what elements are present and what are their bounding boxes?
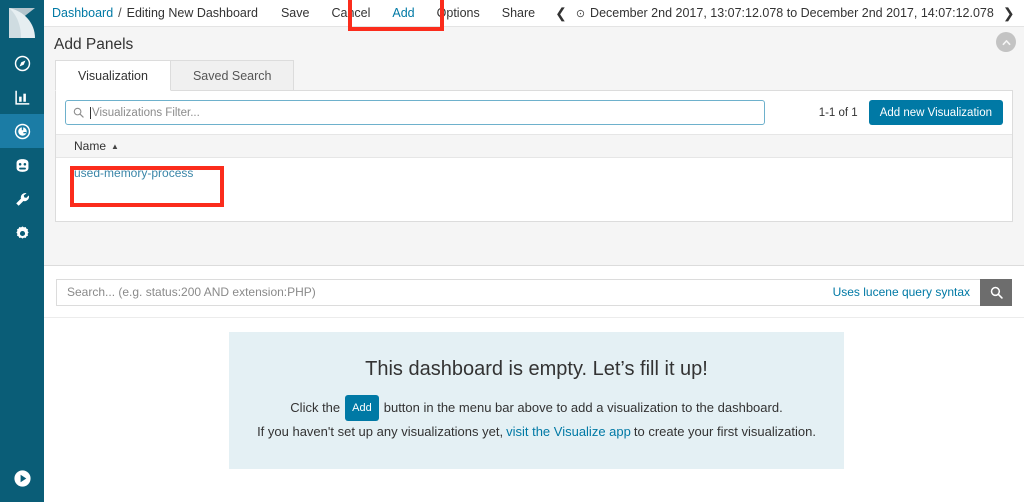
time-range-label[interactable]: December 2nd 2017, 13:07:12.078 to Decem… bbox=[590, 6, 994, 20]
add-pill-badge: Add bbox=[345, 395, 379, 421]
search-submit-button[interactable] bbox=[980, 278, 1012, 306]
sidebar-item-dashboard[interactable] bbox=[0, 114, 44, 148]
empty-line2-before: If you haven't set up any visualizations… bbox=[257, 424, 504, 439]
tab-saved-search-label: Saved Search bbox=[192, 68, 272, 83]
kibana-logo[interactable] bbox=[0, 0, 44, 46]
add-button[interactable]: Add bbox=[381, 0, 425, 27]
sidebar-item-discover[interactable] bbox=[0, 46, 44, 80]
sidebar-item-visualize[interactable] bbox=[0, 80, 44, 114]
empty-line2-after: to create your first visualization. bbox=[633, 424, 816, 439]
dashboard-icon bbox=[14, 123, 30, 139]
filter-row: Visualizations Filter... 1-1 of 1 Add ne… bbox=[65, 100, 1003, 125]
empty-dashboard-message: This dashboard is empty. Let’s fill it u… bbox=[229, 332, 844, 469]
visualize-app-link[interactable]: visit the Visualize app bbox=[506, 421, 631, 443]
text-cursor bbox=[90, 106, 91, 119]
add-panels-title: Add Panels bbox=[54, 36, 134, 53]
sidebar-item-timelion[interactable] bbox=[0, 148, 44, 182]
sidebar-item-management[interactable] bbox=[0, 216, 44, 250]
visualization-link-used-memory-process[interactable]: used-memory-process bbox=[74, 166, 193, 180]
add-new-visualization-label: Add new Visualization bbox=[879, 106, 992, 119]
chevron-up-circle-icon bbox=[1002, 39, 1010, 45]
search-input-placeholder: Search... (e.g. status:200 AND extension… bbox=[67, 285, 316, 299]
share-button[interactable]: Share bbox=[491, 0, 546, 27]
add-panels-tab-content: Visualizations Filter... 1-1 of 1 Add ne… bbox=[55, 90, 1013, 222]
breadcrumb-dashboard-link[interactable]: Dashboard bbox=[44, 6, 113, 20]
empty-dashboard-line-1: Click the Add button in the menu bar abo… bbox=[290, 395, 783, 421]
table-row[interactable]: used-memory-process bbox=[56, 159, 1012, 187]
kibana-dashboard-app: Dashboard / Editing New Dashboard Save C… bbox=[0, 0, 1024, 502]
options-button[interactable]: Options bbox=[426, 0, 491, 27]
empty-dashboard-line-2: If you haven't set up any visualizations… bbox=[257, 421, 816, 443]
bar-chart-icon bbox=[14, 90, 29, 105]
breadcrumb-separator: / bbox=[118, 6, 122, 20]
tab-visualization[interactable]: Visualization bbox=[55, 60, 171, 91]
query-bar: Search... (e.g. status:200 AND extension… bbox=[44, 267, 1024, 318]
add-panels-flyout: Add Panels Visualization Saved Search Vi… bbox=[44, 27, 1024, 266]
play-circle-icon bbox=[13, 469, 31, 487]
save-button[interactable]: Save bbox=[270, 0, 321, 27]
top-navigation-bar: Dashboard / Editing New Dashboard Save C… bbox=[44, 0, 1024, 27]
search-input[interactable]: Search... (e.g. status:200 AND extension… bbox=[56, 278, 980, 306]
search-icon bbox=[73, 107, 84, 118]
sort-ascending-icon: ▲ bbox=[111, 141, 119, 151]
tab-saved-search[interactable]: Saved Search bbox=[169, 60, 295, 91]
clock-icon: ⊙ bbox=[575, 7, 586, 20]
lucene-syntax-link[interactable]: Uses lucene query syntax bbox=[821, 285, 970, 299]
time-picker: ❮ ⊙ December 2nd 2017, 13:07:12.078 to D… bbox=[546, 5, 1024, 22]
sidebar-item-dev-tools[interactable] bbox=[0, 182, 44, 216]
gear-icon bbox=[15, 225, 29, 239]
empty-line1-after: button in the menu bar above to add a vi… bbox=[383, 400, 783, 415]
tab-visualization-label: Visualization bbox=[78, 68, 148, 83]
add-panels-tabs: Visualization Saved Search bbox=[55, 60, 295, 91]
time-previous-button[interactable]: ❮ bbox=[546, 5, 576, 22]
sidebar-collapse-button[interactable] bbox=[0, 460, 44, 502]
add-panels-collapse-button[interactable] bbox=[996, 32, 1016, 52]
timelion-icon bbox=[16, 158, 28, 172]
compass-icon bbox=[14, 55, 30, 71]
visualizations-filter-placeholder: Visualizations Filter... bbox=[92, 106, 200, 119]
pagination-count: 1-1 of 1 bbox=[818, 106, 858, 119]
empty-dashboard-heading: This dashboard is empty. Let’s fill it u… bbox=[365, 358, 708, 380]
global-nav-sidebar bbox=[0, 0, 44, 502]
visualizations-filter-input[interactable]: Visualizations Filter... bbox=[65, 100, 765, 125]
dashboard-canvas: This dashboard is empty. Let’s fill it u… bbox=[44, 318, 1024, 502]
breadcrumb-current-title: Editing New Dashboard bbox=[126, 6, 258, 20]
wrench-icon bbox=[15, 192, 29, 206]
time-next-button[interactable]: ❯ bbox=[994, 5, 1024, 22]
empty-line1-before: Click the bbox=[290, 400, 341, 415]
cancel-button[interactable]: Cancel bbox=[320, 0, 381, 27]
add-new-visualization-button[interactable]: Add new Visualization bbox=[868, 100, 1003, 125]
table-header-name-column[interactable]: Name ▲ bbox=[56, 134, 1012, 158]
search-icon bbox=[990, 286, 1003, 299]
column-header-label: Name bbox=[74, 139, 107, 153]
